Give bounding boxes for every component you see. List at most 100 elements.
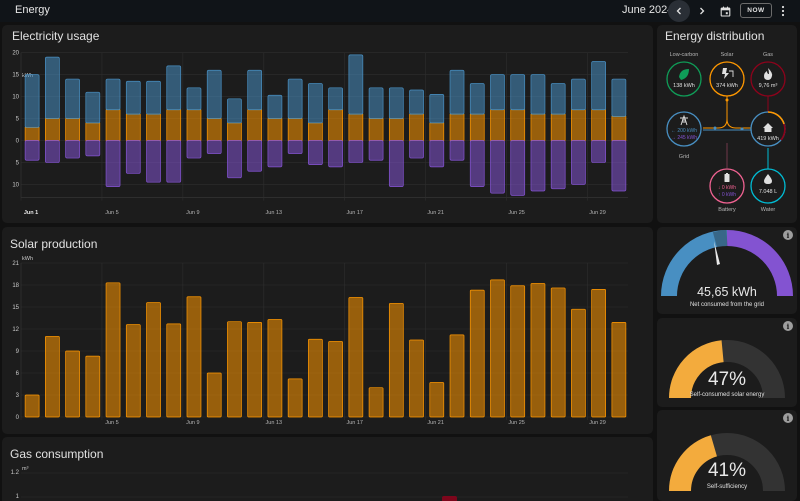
solar-circle[interactable] — [709, 61, 745, 97]
grid-bar[interactable] — [24, 74, 40, 128]
return-bar[interactable] — [267, 140, 283, 168]
return-bar[interactable] — [146, 140, 161, 183]
solar-production-bar[interactable] — [449, 334, 465, 418]
solar-bar[interactable] — [550, 113, 566, 141]
solar-production-bar[interactable] — [328, 341, 343, 418]
solar-bar[interactable] — [611, 116, 627, 141]
solar-production-bar[interactable] — [146, 302, 161, 418]
next-period-button[interactable] — [691, 0, 713, 22]
solar-production-bar[interactable] — [227, 321, 242, 418]
grid-bar[interactable] — [348, 54, 364, 115]
solar-bar[interactable] — [44, 118, 60, 141]
solar-bar[interactable] — [85, 122, 101, 141]
return-bar[interactable] — [388, 140, 404, 187]
grid-bar[interactable] — [571, 78, 586, 111]
solar-production-bar[interactable] — [348, 297, 364, 418]
return-bar[interactable] — [611, 140, 627, 192]
return-bar[interactable] — [530, 140, 546, 192]
solar-bar[interactable] — [206, 118, 222, 141]
return-bar[interactable] — [186, 140, 202, 159]
solar-production-bar[interactable] — [308, 338, 323, 418]
return-bar[interactable] — [125, 140, 141, 174]
grid-bar[interactable] — [490, 74, 505, 111]
solar-bar[interactable] — [409, 113, 424, 141]
return-bar[interactable] — [44, 140, 60, 163]
solar-bar[interactable] — [348, 113, 364, 141]
solar-production-bar[interactable] — [429, 382, 445, 418]
grid-bar[interactable] — [44, 56, 60, 119]
return-bar[interactable] — [227, 140, 242, 179]
return-bar[interactable] — [348, 140, 364, 163]
grid-bar[interactable] — [429, 94, 445, 124]
solar-production-bar[interactable] — [105, 282, 121, 418]
solar-production-bar[interactable] — [44, 335, 60, 418]
solar-bar[interactable] — [24, 126, 40, 141]
grid-bar[interactable] — [146, 80, 161, 115]
solar-bar[interactable] — [591, 109, 607, 141]
grid-bar[interactable] — [65, 78, 80, 119]
grid-bar[interactable] — [267, 94, 283, 119]
solar-bar[interactable] — [105, 109, 121, 141]
grid-bar[interactable] — [550, 83, 566, 115]
grid-bar[interactable] — [611, 78, 627, 117]
grid-bar[interactable] — [105, 78, 121, 111]
electricity-usage-chart[interactable]: kWh 20151050510Jun 1Jun 5Jun 9Jun 13Jun … — [2, 25, 653, 223]
solar-bar[interactable] — [368, 118, 384, 141]
return-bar[interactable] — [328, 140, 343, 168]
grid-bar[interactable] — [186, 87, 202, 111]
grid-bar[interactable] — [510, 74, 526, 111]
return-bar[interactable] — [105, 140, 121, 187]
return-bar[interactable] — [510, 140, 526, 196]
more-options-button[interactable] — [776, 0, 790, 22]
grid-bar[interactable] — [530, 74, 546, 115]
solar-bar[interactable] — [166, 109, 182, 141]
grid-bar[interactable] — [388, 87, 404, 119]
return-bar[interactable] — [247, 140, 263, 172]
grid-bar[interactable] — [469, 83, 485, 115]
solar-production-bar[interactable] — [571, 308, 586, 418]
solar-production-bar[interactable] — [65, 350, 80, 418]
solar-production-bar[interactable] — [247, 322, 263, 418]
return-bar[interactable] — [469, 140, 485, 187]
return-bar[interactable] — [308, 140, 323, 165]
solar-production-bar[interactable] — [469, 289, 485, 418]
return-bar[interactable] — [409, 140, 424, 159]
solar-bar[interactable] — [267, 118, 283, 141]
previous-period-button[interactable] — [668, 0, 690, 22]
calendar-button[interactable] — [714, 0, 736, 22]
grid-bar[interactable] — [166, 65, 182, 111]
return-bar[interactable] — [166, 140, 182, 183]
grid-bar[interactable] — [328, 87, 343, 111]
solar-production-bar[interactable] — [591, 289, 607, 418]
solar-bar[interactable] — [429, 122, 445, 141]
solar-production-bar[interactable] — [611, 322, 627, 418]
solar-bar[interactable] — [510, 109, 526, 141]
grid-bar[interactable] — [449, 69, 465, 115]
return-bar[interactable] — [206, 140, 222, 155]
return-bar[interactable] — [550, 140, 566, 190]
solar-bar[interactable] — [328, 109, 343, 141]
return-bar[interactable] — [571, 140, 586, 185]
solar-bar[interactable] — [146, 113, 161, 141]
solar-production-bar[interactable] — [510, 285, 526, 418]
grid-bar[interactable] — [125, 80, 141, 115]
solar-production-bar[interactable] — [287, 378, 303, 418]
solar-production-bar[interactable] — [409, 339, 424, 418]
return-bar[interactable] — [591, 140, 607, 163]
return-bar[interactable] — [368, 140, 384, 161]
grid-bar[interactable] — [409, 89, 424, 115]
solar-bar[interactable] — [186, 109, 202, 141]
grid-bar[interactable] — [206, 69, 222, 119]
low-carbon-circle[interactable] — [666, 61, 702, 97]
return-bar[interactable] — [429, 140, 445, 168]
return-bar[interactable] — [85, 140, 101, 157]
solar-bar[interactable] — [308, 122, 323, 141]
grid-bar[interactable] — [247, 69, 263, 111]
solar-bar[interactable] — [490, 109, 505, 141]
solar-production-bar[interactable] — [490, 279, 505, 418]
solar-production-bar[interactable] — [125, 324, 141, 418]
solar-production-bar[interactable] — [24, 394, 40, 418]
solar-production-bar[interactable] — [166, 323, 182, 418]
return-bar[interactable] — [65, 140, 80, 159]
grid-bar[interactable] — [227, 98, 242, 124]
